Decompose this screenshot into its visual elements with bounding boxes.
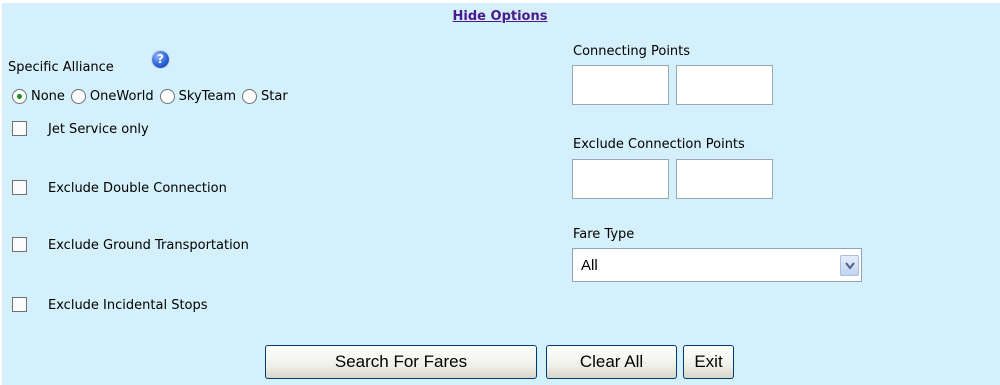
fare-type-selected-value: All bbox=[581, 257, 598, 274]
alliance-option-none[interactable]: None bbox=[12, 89, 65, 104]
exclude-connection-point-1-input[interactable] bbox=[572, 159, 669, 199]
exclude-ground-transportation-checkbox[interactable] bbox=[12, 237, 27, 252]
radio-none-label: None bbox=[31, 89, 65, 104]
exclude-connection-point-2-input[interactable] bbox=[676, 159, 773, 199]
fare-type-label: Fare Type bbox=[573, 227, 635, 242]
radio-star-label: Star bbox=[261, 89, 288, 104]
alliance-radio-group: None OneWorld SkyTeam Star bbox=[12, 89, 294, 104]
radio-skyteam-label: SkyTeam bbox=[178, 89, 237, 104]
alliance-option-skyteam[interactable]: SkyTeam bbox=[159, 89, 237, 104]
radio-none[interactable] bbox=[12, 89, 27, 104]
specific-alliance-label: Specific Alliance bbox=[8, 60, 114, 75]
exclude-ground-transportation-label: Exclude Ground Transportation bbox=[48, 238, 249, 253]
hide-options-row: Hide Options bbox=[0, 9, 1000, 24]
clear-all-button[interactable]: Clear All bbox=[546, 345, 677, 379]
connecting-point-2-input[interactable] bbox=[676, 65, 773, 105]
question-help-icon[interactable]: ? bbox=[152, 51, 169, 68]
search-for-fares-button[interactable]: Search For Fares bbox=[265, 345, 537, 379]
connecting-point-1-input[interactable] bbox=[572, 65, 669, 105]
connecting-points-label: Connecting Points bbox=[573, 44, 691, 59]
radio-star[interactable] bbox=[242, 89, 258, 104]
chevron-down-icon[interactable] bbox=[840, 255, 859, 276]
radio-oneworld[interactable] bbox=[70, 89, 86, 104]
exclude-connection-points-label: Exclude Connection Points bbox=[573, 137, 745, 152]
exclude-incidental-stops-label: Exclude Incidental Stops bbox=[48, 298, 208, 313]
exit-button[interactable]: Exit bbox=[683, 345, 734, 379]
exclude-double-connection-label: Exclude Double Connection bbox=[48, 181, 227, 196]
top-border bbox=[0, 0, 1000, 3]
fare-type-select[interactable]: All bbox=[572, 248, 862, 282]
radio-oneworld-label: OneWorld bbox=[89, 89, 154, 104]
jet-service-checkbox[interactable] bbox=[12, 121, 27, 136]
left-border bbox=[0, 0, 2, 385]
alliance-option-star[interactable]: Star bbox=[242, 89, 288, 104]
exclude-double-connection-checkbox[interactable] bbox=[12, 180, 27, 195]
jet-service-label: Jet Service only bbox=[48, 122, 149, 137]
hide-options-link[interactable]: Hide Options bbox=[453, 9, 548, 24]
radio-skyteam[interactable] bbox=[159, 89, 175, 104]
alliance-option-oneworld[interactable]: OneWorld bbox=[70, 89, 154, 104]
exclude-incidental-stops-checkbox[interactable] bbox=[12, 297, 27, 312]
